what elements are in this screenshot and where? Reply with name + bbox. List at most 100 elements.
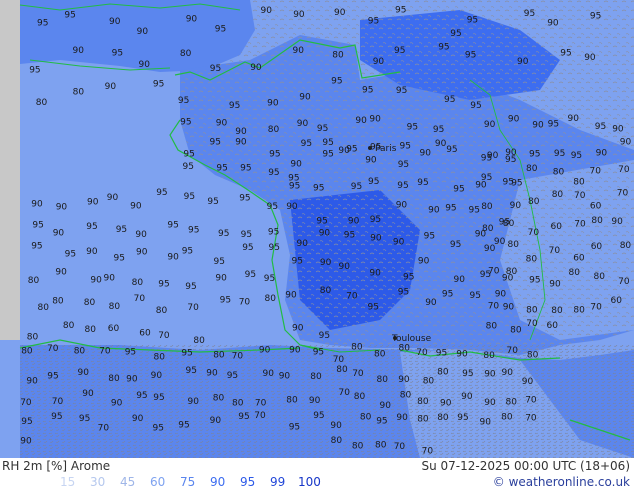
humidity-value-label: 95 (436, 348, 447, 358)
legend-item: 99 (270, 475, 286, 489)
humidity-value-label: 90 (517, 57, 529, 67)
humidity-value-label: 95 (210, 64, 221, 74)
legend-item: 100 (298, 475, 321, 489)
humidity-value-label: 70 (98, 424, 110, 434)
humidity-value-label: 90 (510, 201, 522, 211)
humidity-value-label: 95 (453, 184, 464, 194)
humidity-value-label: 95 (158, 279, 169, 289)
humidity-value-label: 95 (268, 168, 279, 178)
humidity-value-label: 90 (279, 372, 291, 382)
humidity-value-label: 90 (484, 398, 496, 408)
humidity-value-label: 95 (32, 221, 43, 231)
humidity-value-label: 80 (375, 441, 387, 451)
humidity-value-label: 90 (425, 298, 437, 308)
humidity-value-label: 80 (526, 164, 538, 174)
humidity-value-label: 80 (21, 347, 33, 357)
humidity-value-label: 80 (132, 278, 144, 288)
humidity-value-label: 80 (569, 268, 581, 278)
humidity-value-label: 95 (186, 366, 197, 376)
humidity-value-label: 90 (132, 414, 144, 424)
humidity-value-label: 95 (529, 149, 540, 159)
humidity-value-label: 90 (461, 392, 473, 402)
humidity-value-label: 80 (527, 351, 539, 361)
humidity-value-label: 95 (397, 181, 408, 191)
humidity-value-label: 90 (330, 421, 342, 431)
humidity-value-label: 95 (245, 270, 256, 280)
humidity-value-label: 95 (185, 282, 196, 292)
humidity-value-label: 90 (167, 252, 179, 262)
humidity-value-label: 95 (114, 253, 125, 263)
humidity-value-label: 60 (108, 324, 120, 334)
humidity-value-label: 70 (549, 246, 561, 256)
humidity-value-label: 90 (130, 202, 142, 212)
map-frame: Paris Toulouse 95 95 90 90 90 95 90 90 90 95 95 95 9… (0, 0, 634, 490)
humidity-value-label: 80 (63, 321, 75, 331)
humidity-value-label: 95 (529, 275, 540, 285)
humidity-value-label: 95 (457, 413, 468, 423)
humidity-value-label: 95 (470, 101, 481, 111)
humidity-value-label: 95 (292, 256, 303, 266)
humidity-value-label: 90 (495, 290, 507, 300)
humidity-value-label: 80 (377, 375, 389, 385)
humidity-value-label: 90 (137, 27, 149, 37)
humidity-value-label: 95 (153, 393, 164, 403)
humidity-value-label: 95 (450, 240, 461, 250)
valid-time: Su 07-12-2025 00:00 UTC (18+06) (421, 459, 630, 473)
humidity-value-label: 95 (548, 120, 559, 130)
humidity-value-label: 95 (481, 173, 492, 183)
humidity-value-label: 90 (215, 274, 227, 284)
humidity-value-label: 80 (528, 197, 540, 207)
humidity-value-label: 90 (109, 17, 121, 27)
humidity-value-label: 80 (352, 442, 364, 452)
humidity-value-label: 90 (611, 217, 623, 227)
humidity-value-label: 80 (320, 286, 332, 296)
humidity-value-label: 95 (322, 150, 333, 160)
humidity-value-label: 95 (313, 411, 324, 421)
humidity-value-label: 70 (52, 397, 64, 407)
humidity-value-label: 90 (596, 149, 608, 159)
humidity-value-label: 90 (370, 234, 382, 244)
humidity-value-label: 90 (73, 46, 85, 56)
humidity-value-label: 80 (84, 298, 96, 308)
humidity-value-label: 90 (297, 119, 309, 129)
humidity-value-label: 90 (104, 274, 116, 284)
humidity-value-label: 90 (286, 202, 298, 212)
humidity-value-label: 80 (437, 413, 449, 423)
humidity-value-label: 90 (418, 256, 430, 266)
humidity-value-label: 95 (595, 122, 606, 132)
humidity-value-label: 95 (444, 95, 455, 105)
humidity-value-label: 95 (351, 182, 362, 192)
humidity-value-label: 70 (525, 396, 537, 406)
humidity-value-label: 80 (286, 396, 298, 406)
humidity-value-label: 95 (560, 48, 571, 58)
humidity-value-label: 95 (344, 231, 355, 241)
humidity-value-label: 70 (416, 348, 428, 358)
humidity-value-label: 70 (488, 266, 500, 276)
humidity-value-label: 90 (135, 230, 147, 240)
humidity-value-label: 80 (437, 367, 449, 377)
humidity-value-label: 90 (532, 120, 544, 130)
humidity-value-label: 95 (153, 423, 164, 433)
humidity-value-label: 95 (289, 181, 300, 191)
humidity-value-label: 90 (136, 248, 148, 258)
humidity-value-label: 95 (398, 288, 409, 298)
humidity-value-label: 95 (370, 215, 381, 225)
humidity-value-label: 90 (396, 201, 408, 211)
humidity-value-label: 95 (470, 291, 481, 301)
humidity-value-label: 70 (232, 352, 244, 362)
humidity-value-label: 95 (462, 369, 473, 379)
humidity-value-label: 80 (351, 342, 363, 352)
credit-link[interactable]: © weatheronline.co.uk (493, 475, 630, 489)
humidity-value-label: 90 (435, 139, 447, 149)
humidity-value-label: 90 (297, 239, 309, 249)
humidity-value-label: 70 (488, 302, 500, 312)
humidity-value-label: 80 (573, 305, 585, 315)
humidity-value-label: 90 (267, 98, 279, 108)
humidity-value-label: 95 (227, 371, 238, 381)
humidity-value-label: 80 (506, 398, 518, 408)
humidity-value-label: 70 (134, 294, 146, 304)
humidity-value-label: 90 (568, 114, 580, 124)
humidity-value-label: 80 (552, 190, 564, 200)
humidity-value-label: 95 (322, 138, 333, 148)
humidity-value-label: 80 (526, 255, 538, 265)
